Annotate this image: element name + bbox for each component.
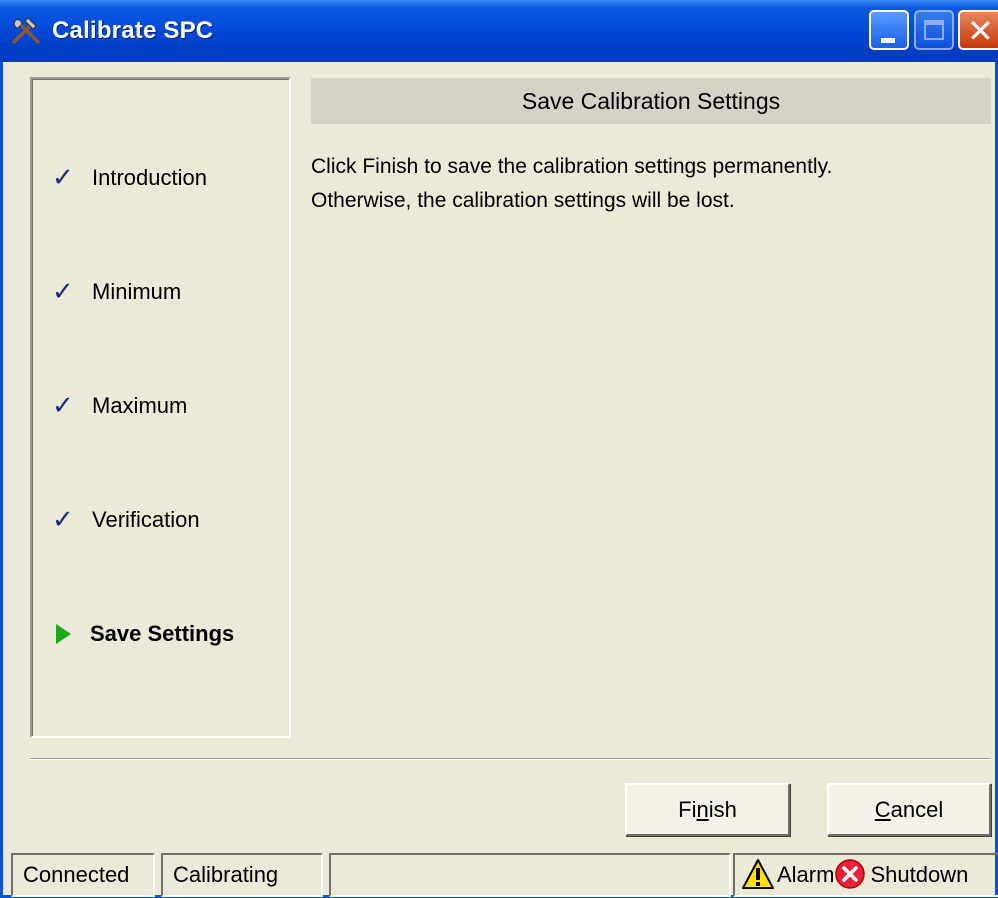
step-introduction: ✓ Introduction xyxy=(52,161,207,195)
wizard-steps-panel: ✓ Introduction ✓ Minimum ✓ Maximum ✓ Ver… xyxy=(30,77,291,738)
checkmark-icon: ✓ xyxy=(52,391,74,421)
calibrate-window: Calibrate SPC ✕ ✓ Introduction ✓ Minimum… xyxy=(0,0,998,898)
maximize-icon xyxy=(924,20,944,40)
tools-icon xyxy=(12,17,40,44)
step-verification: ✓ Verification xyxy=(52,503,200,537)
warning-icon xyxy=(742,859,774,890)
title-bar[interactable]: Calibrate SPC ✕ xyxy=(0,0,998,62)
step-minimum: ✓ Minimum xyxy=(52,275,181,309)
status-bar: Connected Calibrating Alarm Shutdown xyxy=(11,853,998,897)
checkmark-icon: ✓ xyxy=(52,163,74,193)
step-save-settings: Save Settings xyxy=(52,617,234,651)
shutdown-label: Shutdown xyxy=(870,862,969,887)
alarm-label: Alarm xyxy=(777,862,835,887)
error-icon xyxy=(835,859,866,889)
status-indicators: Alarm Shutdown xyxy=(733,853,998,897)
status-message xyxy=(329,853,731,897)
instructions-line-1: Click Finish to save the calibration set… xyxy=(311,155,833,178)
step-label: Maximum xyxy=(92,393,188,418)
checkmark-icon: ✓ xyxy=(52,505,74,535)
instructions-text: Click Finish to save the calibration set… xyxy=(311,150,991,218)
step-label: Verification xyxy=(92,507,200,532)
minimize-icon xyxy=(881,38,895,43)
divider xyxy=(30,758,991,760)
green-arrow-icon xyxy=(56,624,71,644)
page-header: Save Calibration Settings xyxy=(311,78,991,124)
step-label: Save Settings xyxy=(90,621,235,646)
window-title: Calibrate SPC xyxy=(52,17,214,44)
minimize-button[interactable] xyxy=(869,10,909,50)
finish-mnemonic: n xyxy=(696,797,709,822)
checkmark-icon: ✓ xyxy=(52,277,74,307)
step-label: Introduction xyxy=(92,165,207,190)
cancel-mnemonic: C xyxy=(874,797,891,822)
close-icon: ✕ xyxy=(967,12,994,50)
instructions-line-2: Otherwise, the calibration settings will… xyxy=(311,189,735,212)
maximize-button[interactable] xyxy=(914,10,954,50)
step-label: Minimum xyxy=(92,279,182,304)
finish-label-pre: Fi xyxy=(678,797,697,822)
status-connection: Connected xyxy=(11,853,155,897)
step-maximum: ✓ Maximum xyxy=(52,389,187,423)
finish-label-post: ish xyxy=(708,797,737,822)
cancel-button[interactable]: Cancel xyxy=(827,783,991,836)
finish-button[interactable]: Finish xyxy=(625,783,790,836)
page-title: Save Calibration Settings xyxy=(521,88,781,114)
close-button[interactable]: ✕ xyxy=(958,10,998,50)
cancel-label-post: ancel xyxy=(890,797,944,822)
status-mode: Calibrating xyxy=(161,853,323,897)
